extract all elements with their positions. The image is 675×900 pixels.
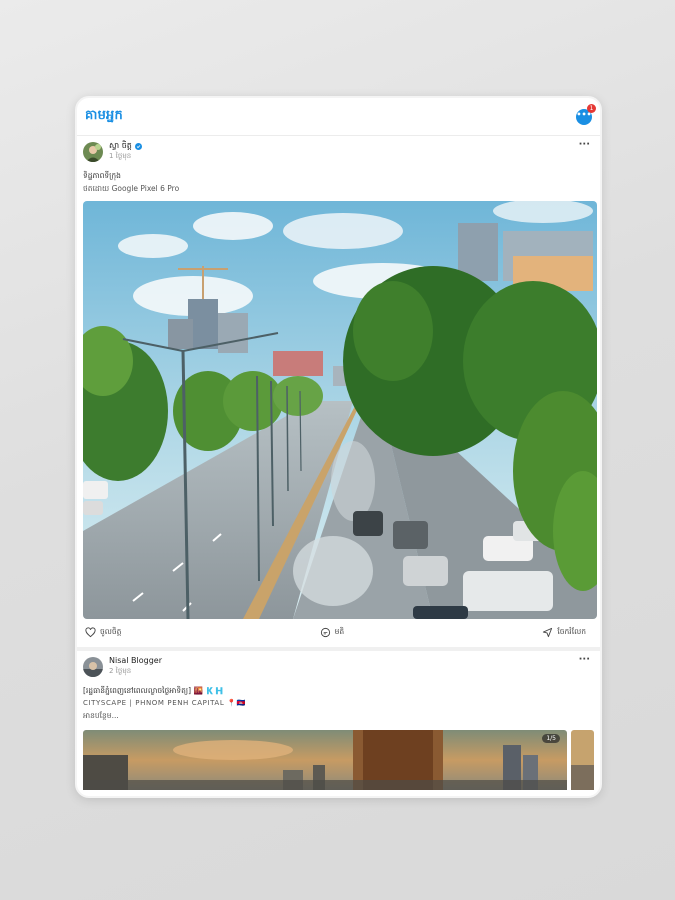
tablet-frame: គាមអ្នក ••• 1 ស្វា ចិត្ត 1 ថ្ងៃមុន ··· ទ… <box>75 96 602 798</box>
post-photo-carousel[interactable]: 1/5 <box>83 729 594 790</box>
like-label: ចូលចិត្ត <box>100 627 122 636</box>
post-header: ស្វា ចិត្ត 1 ថ្ងៃមុន <box>83 136 594 168</box>
author-name[interactable]: Nisal Blogger <box>109 656 162 665</box>
post-caption-line: CITYSCAPE | PHNOM PENH CAPITAL 📍🇰🇭 <box>83 698 246 707</box>
like-icon <box>85 627 96 638</box>
share-label: ចែករំលែក <box>557 627 586 636</box>
post-actions: ចូលចិត្ត មតិ ចែករំលែក <box>83 619 594 647</box>
post-caption-line: [រដ្ឋធានីភ្នំពេញនៅពេលល្ងាចថ្ងៃអាទិត្យ] 🌇… <box>83 685 224 695</box>
app-bar: គាមអ្នក ••• 1 <box>77 98 600 136</box>
author-name[interactable]: ស្វា ចិត្ត <box>109 142 132 150</box>
image-count-badge: 1/5 <box>542 733 560 743</box>
feed-post: ស្វា ចិត្ត 1 ថ្ងៃមុន ··· ទិដ្ឋភាពទីក្រុង… <box>77 136 600 647</box>
like-button[interactable]: ចូលចិត្ត <box>85 627 121 638</box>
comment-label: មតិ <box>334 627 345 636</box>
more-options-icon[interactable]: ··· <box>579 654 590 664</box>
post-header: Nisal Blogger 2 ថ្ងៃមុន <box>83 651 594 683</box>
comment-icon <box>320 627 330 638</box>
post-caption-line: ថតដោយ Google Pixel 6 Pro <box>83 184 180 194</box>
post-time: 1 ថ្ងៃមុន <box>109 152 132 160</box>
app-logo[interactable]: គាមអ្នក <box>85 107 123 126</box>
post-photo[interactable] <box>83 200 597 619</box>
comment-button[interactable]: មតិ <box>320 627 345 638</box>
share-icon <box>543 627 553 638</box>
messages-button[interactable]: ••• 1 <box>576 103 596 125</box>
carousel-next-photo[interactable] <box>571 729 594 790</box>
feed-post: Nisal Blogger 2 ថ្ងៃមុន ··· [រដ្ឋធានីភ្ន… <box>77 651 600 790</box>
notification-badge: 1 <box>587 103 596 113</box>
avatar[interactable] <box>83 142 103 162</box>
post-caption-line: ទិដ្ឋភាពទីក្រុង <box>83 171 121 180</box>
avatar[interactable] <box>83 656 103 677</box>
carousel-photo[interactable] <box>83 729 567 790</box>
verified-icon <box>134 142 142 150</box>
post-time: 2 ថ្ងៃមុន <box>109 666 132 675</box>
share-button[interactable]: ចែករំលែក <box>542 627 586 638</box>
more-options-icon[interactable]: ··· <box>579 140 590 150</box>
read-more-link[interactable]: អានបន្ថែម... <box>83 710 594 721</box>
